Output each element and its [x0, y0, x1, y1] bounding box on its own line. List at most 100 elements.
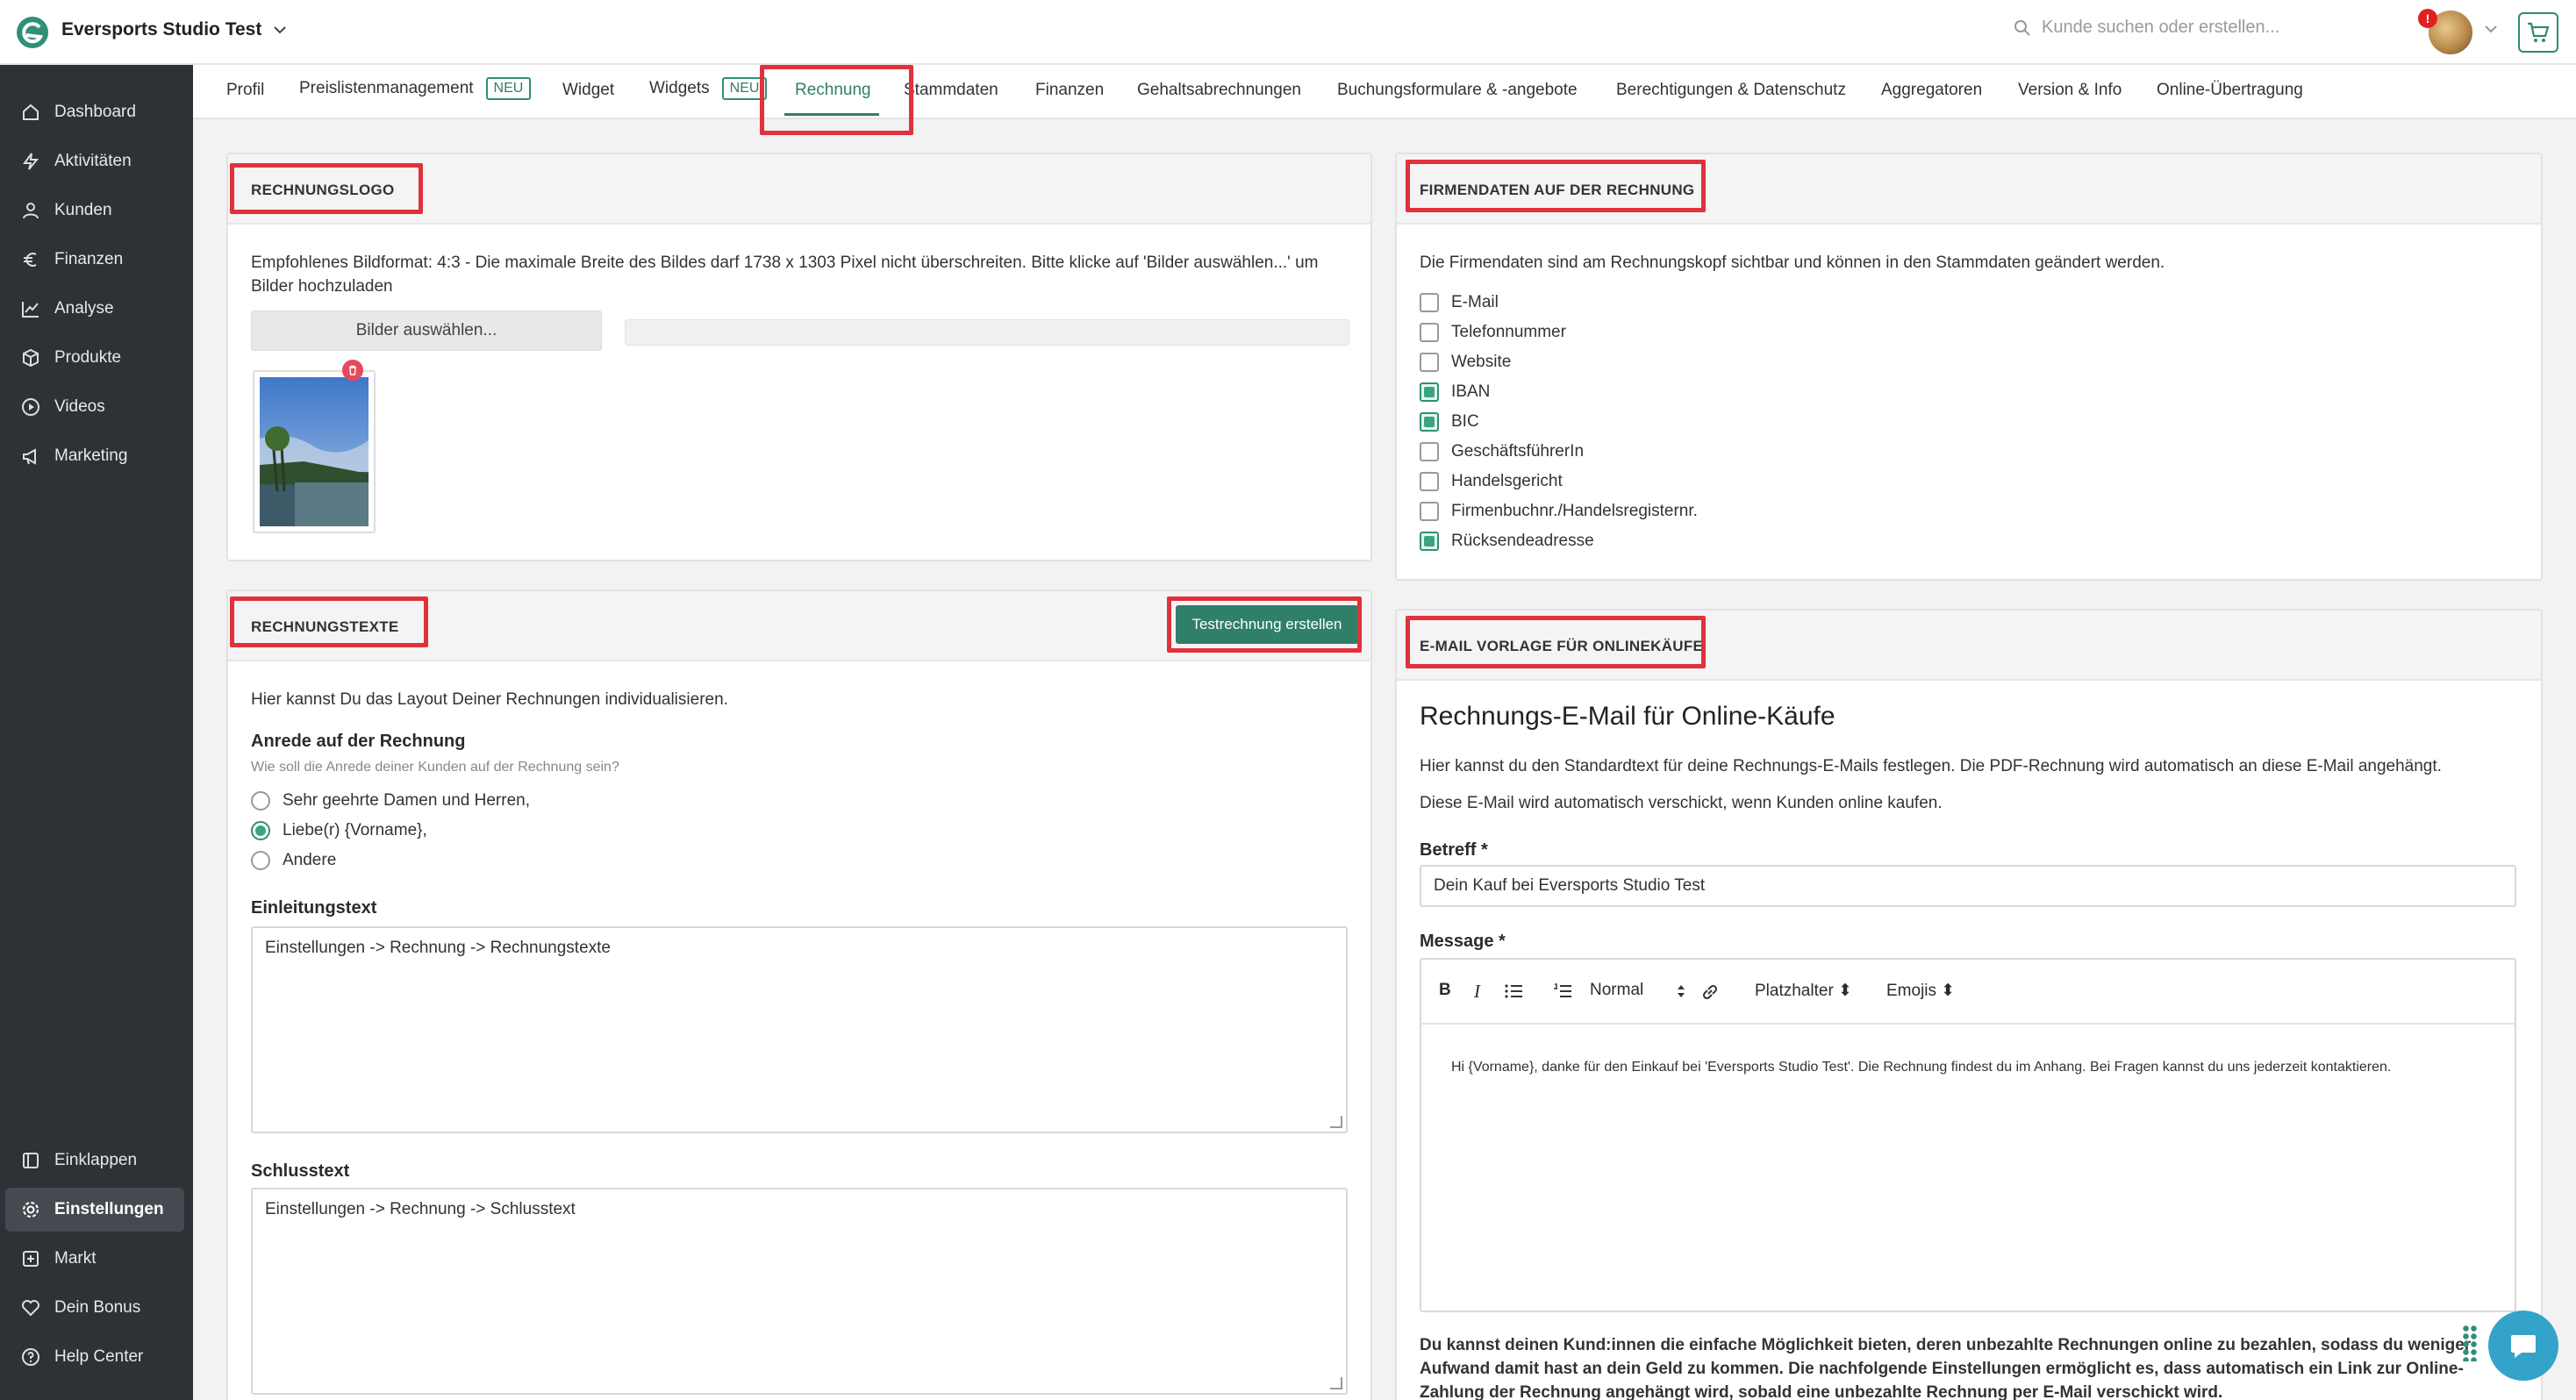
sidebar-item-analyse[interactable]: Analyse — [0, 287, 193, 331]
sidebar-item-kunden[interactable]: Kunden — [0, 189, 193, 232]
closing-text-field[interactable]: Einstellungen -> Rechnung -> Schlusstext — [251, 1188, 1348, 1395]
resize-handle[interactable] — [1330, 1116, 1342, 1128]
tab-profil[interactable]: Profil — [226, 81, 264, 100]
email-heading: Rechnungs-E-Mail für Online-Käufe — [1420, 702, 1835, 731]
chevron-down-icon — [274, 26, 287, 34]
intro-text-field[interactable]: Einstellungen -> Rechnung -> Rechnungste… — [251, 926, 1348, 1133]
play-icon — [22, 398, 39, 416]
placeholder-select[interactable]: Platzhalter ⬍ — [1755, 981, 1852, 1001]
checkbox-register-number[interactable]: Firmenbuchnr./Handelsregisternr. — [1420, 502, 1698, 521]
intro-text: Hier kannst Du das Layout Deiner Rechnun… — [251, 690, 728, 709]
bold-button[interactable]: B — [1439, 981, 1451, 1000]
tab-label: Preislistenmanagement — [299, 79, 474, 97]
chevron-down-icon[interactable] — [2483, 21, 2499, 37]
sidebar-item-marketing[interactable]: Marketing — [0, 434, 193, 478]
sidebar-item-markt[interactable]: Markt — [0, 1237, 193, 1281]
sidebar-item-produkte[interactable]: Produkte — [0, 336, 193, 380]
logo-thumbnail[interactable] — [253, 370, 376, 533]
radio-label: Liebe(r) {Vorname}, — [283, 821, 427, 839]
sidebar-item-einstellungen[interactable]: Einstellungen — [5, 1188, 184, 1232]
sidebar-item-help-center[interactable]: Help Center — [0, 1335, 193, 1379]
tab-label: Buchungsformulare & -angebote — [1337, 81, 1578, 99]
tab-version-info[interactable]: Version & Info — [2018, 81, 2122, 100]
italic-button[interactable]: I — [1474, 981, 1480, 1003]
resize-handle[interactable] — [1330, 1377, 1342, 1389]
checkbox-label: GeschäftsführerIn — [1451, 442, 1585, 461]
tab-buchungsformulare[interactable]: Buchungsformulare & -angebote — [1337, 81, 1578, 100]
radio-option-formal[interactable]: Sehr geehrte Damen und Herren, — [251, 791, 530, 811]
checkbox-return-address[interactable]: Rücksendeadresse — [1420, 532, 1594, 551]
sidebar-item-dashboard[interactable]: Dashboard — [0, 90, 193, 134]
radio-option-other[interactable]: Andere — [251, 851, 336, 870]
drag-handle-icon[interactable] — [2462, 1325, 2478, 1361]
subject-input[interactable]: Dein Kauf bei Eversports Studio Test — [1420, 865, 2516, 907]
settings-tabs: Profil Preislistenmanagement NEU Widget W… — [193, 65, 2576, 119]
tab-berechtigungen[interactable]: Berechtigungen & Datenschutz — [1616, 81, 1846, 100]
highlight-box — [1167, 596, 1362, 653]
tab-gehaltsabrechnungen[interactable]: Gehaltsabrechnungen — [1137, 81, 1301, 100]
plus-square-icon — [23, 1251, 39, 1267]
sidebar-item-label: Aktivitäten — [54, 152, 132, 170]
sidebar-item-dein-bonus[interactable]: Dein Bonus — [0, 1286, 193, 1330]
format-select[interactable]: Normal — [1590, 981, 1643, 1000]
customer-search[interactable]: Kunde suchen oder erstellen... — [2014, 18, 2279, 38]
sidebar-item-label: Kunden — [54, 201, 112, 219]
tab-widgets[interactable]: Widgets NEU — [649, 77, 768, 100]
message-body[interactable]: Hi {Vorname}, danke für den Einkauf bei … — [1451, 1060, 2497, 1075]
checkbox-label: Telefonnummer — [1451, 323, 1566, 341]
home-icon — [23, 104, 39, 120]
sidebar-item-finanzen[interactable]: Finanzen — [0, 238, 193, 282]
tab-label: Stammdaten — [904, 81, 998, 99]
tab-label: Aggregatoren — [1881, 81, 1983, 99]
studio-switcher[interactable]: Eversports Studio Test — [61, 19, 288, 40]
link-icon[interactable] — [1700, 982, 1720, 1002]
message-label: Message * — [1420, 932, 1506, 951]
checkbox-phone[interactable]: Telefonnummer — [1420, 323, 1566, 342]
intro-text-label: Einleitungstext — [251, 898, 377, 918]
checkbox-managing-director[interactable]: GeschäftsführerIn — [1420, 442, 1584, 461]
sidebar-item-label: Dashboard — [54, 103, 136, 121]
sidebar-item-videos[interactable]: Videos — [0, 385, 193, 429]
megaphone-icon — [23, 448, 36, 465]
sidebar-item-label: Marketing — [54, 446, 128, 465]
checkbox-bic[interactable]: BIC — [1420, 412, 1479, 432]
sidebar-item-einklappen[interactable]: Einklappen — [0, 1139, 193, 1182]
company-description: Die Firmendaten sind am Rechnungskopf si… — [1420, 254, 2165, 272]
sidebar-item-label: Dein Bonus — [54, 1298, 141, 1317]
tab-online-uebertragung[interactable]: Online-Übertragung — [2157, 81, 2303, 100]
cart-button[interactable] — [2518, 12, 2558, 53]
checkbox-website[interactable]: Website — [1420, 353, 1511, 372]
bullet-list-icon[interactable] — [1504, 982, 1523, 1000]
chat-button[interactable] — [2488, 1311, 2558, 1381]
help-icon — [22, 1348, 39, 1366]
emoji-select[interactable]: Emojis ⬍ — [1886, 981, 1955, 1001]
notification-badge[interactable]: ! — [2418, 9, 2437, 28]
tab-widget[interactable]: Widget — [562, 81, 614, 100]
tab-stammdaten[interactable]: Stammdaten — [904, 81, 998, 100]
radio-option-first-name[interactable]: Liebe(r) {Vorname}, — [251, 821, 427, 840]
sidebar-item-label: Videos — [54, 397, 105, 416]
email-template-card: E-MAIL VORLAGE FÜR ONLINEKÄUFE Rechnungs… — [1395, 609, 2543, 1400]
bolt-icon — [23, 153, 39, 170]
tab-preislistenmanagement[interactable]: Preislistenmanagement NEU — [299, 77, 532, 100]
message-editor: B I Normal Platzhalter ⬍ Emojis ⬍ Hi {Vo… — [1420, 958, 2516, 1312]
select-images-button[interactable]: Bilder auswählen... — [251, 311, 602, 351]
checkbox-email[interactable]: E-Mail — [1420, 293, 1499, 312]
tab-aggregatoren[interactable]: Aggregatoren — [1881, 81, 1982, 100]
highlight-box — [1406, 160, 1706, 212]
sidebar-item-aktivitaeten[interactable]: Aktivitäten — [0, 139, 193, 183]
tab-finanzen[interactable]: Finanzen — [1035, 81, 1104, 100]
checkbox-iban[interactable]: IBAN — [1420, 382, 1490, 402]
checkbox-commercial-court[interactable]: Handelsgericht — [1420, 472, 1563, 491]
checkbox-box — [1420, 472, 1439, 491]
search-icon — [2014, 19, 2030, 36]
collapse-icon — [23, 1153, 39, 1168]
logo-image — [260, 377, 369, 526]
tab-label: Online-Übertragung — [2157, 81, 2303, 99]
delete-image-button[interactable] — [342, 360, 363, 381]
select-arrows-icon — [1678, 985, 1685, 997]
email-description-1: Hier kannst du den Standardtext für dein… — [1420, 757, 2442, 775]
eversports-logo[interactable] — [16, 16, 49, 49]
search-input[interactable]: Kunde suchen oder erstellen... — [2042, 18, 2279, 38]
numbered-list-icon[interactable] — [1553, 982, 1572, 1000]
